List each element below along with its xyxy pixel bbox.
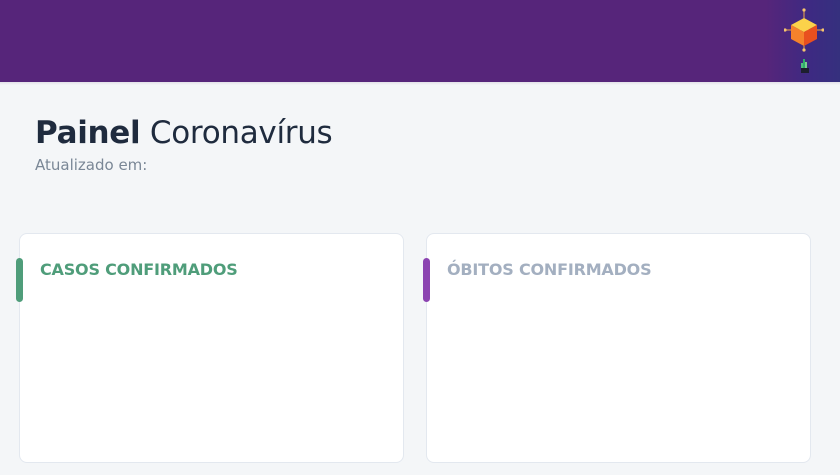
cube-logo-icon xyxy=(784,8,824,52)
confirmed-accent-bar xyxy=(16,258,23,302)
header-shadow xyxy=(0,82,840,85)
top-header-bar xyxy=(0,0,840,82)
deaths-accent-bar xyxy=(423,258,430,302)
confirmed-deaths-title: ÓBITOS CONFIRMADOS xyxy=(447,260,652,279)
updated-at-label: Atualizado em: xyxy=(35,156,148,174)
confirmed-cases-card: CASOS CONFIRMADOS xyxy=(16,233,404,463)
page-title-bold: Painel xyxy=(35,115,141,151)
small-badge-icon xyxy=(801,59,809,73)
confirmed-cases-title: CASOS CONFIRMADOS xyxy=(40,260,238,279)
page-title-regular: Coronavírus xyxy=(149,115,333,151)
page-title: Painel Coronavírus xyxy=(35,113,333,153)
app-logo[interactable] xyxy=(766,0,840,82)
confirmed-deaths-card: ÓBITOS CONFIRMADOS xyxy=(423,233,811,463)
